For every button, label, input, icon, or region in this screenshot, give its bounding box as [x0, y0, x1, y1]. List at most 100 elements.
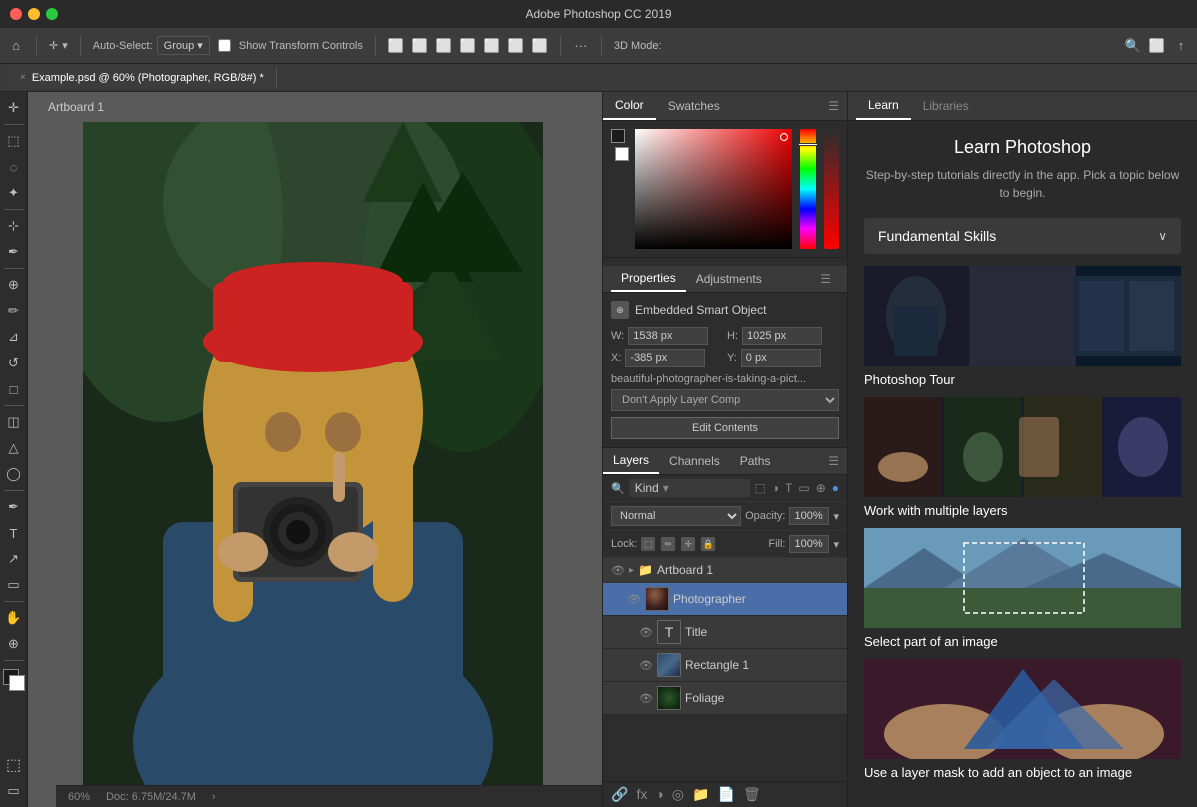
brush-tool[interactable]: ✏	[2, 299, 26, 323]
screen-mode-icon[interactable]: ▭	[2, 779, 26, 803]
search-icon[interactable]: 🔍	[1125, 38, 1141, 54]
tab-adjustments[interactable]: Adjustments	[686, 267, 772, 291]
history-tool[interactable]: ↺	[2, 351, 26, 375]
adjust-filter-icon[interactable]: ◑	[772, 481, 779, 495]
fundamental-skills-header[interactable]: Fundamental Skills ∨	[864, 218, 1181, 254]
color-panel-menu[interactable]: ☰	[820, 95, 847, 117]
dodge-tool[interactable]: ◯	[2, 462, 26, 486]
tab-properties[interactable]: Properties	[611, 266, 686, 292]
tab-color[interactable]: Color	[603, 92, 656, 120]
filter-active-icon[interactable]: ●	[832, 481, 839, 495]
artboard-expand-icon[interactable]: ▸	[629, 565, 634, 576]
distribute-icon[interactable]: ⬜	[460, 38, 476, 54]
clone-tool[interactable]: ⊿	[2, 325, 26, 349]
share-icon[interactable]: ↑	[1173, 38, 1189, 54]
artboard-visibility-icon[interactable]: 👁	[611, 564, 625, 577]
add-mask-icon[interactable]: ◑	[655, 786, 663, 803]
rectangle-layer[interactable]: 👁 Rectangle 1	[603, 649, 847, 682]
align-right-icon[interactable]: ⬜	[436, 38, 452, 54]
blend-mode-dropdown[interactable]: Normal	[611, 506, 741, 526]
foliage-layer[interactable]: 👁 Foliage	[603, 682, 847, 715]
y-input[interactable]	[741, 349, 821, 367]
transform-checkbox[interactable]	[218, 39, 231, 52]
color-swatches[interactable]	[3, 669, 25, 691]
spot-heal-tool[interactable]: ⊕	[2, 273, 26, 297]
layers-panel-menu[interactable]: ☰	[820, 450, 847, 472]
tab-layers[interactable]: Layers	[603, 448, 659, 474]
home-icon[interactable]: ⌂	[8, 38, 24, 54]
lasso-tool[interactable]: ◌	[2, 155, 26, 179]
artboard-group-header[interactable]: 👁 ▸ 📁 Artboard 1	[603, 558, 847, 583]
fill-input[interactable]	[789, 535, 829, 553]
quick-mask-icon[interactable]: ⬚	[2, 753, 26, 777]
tab-paths[interactable]: Paths	[730, 449, 781, 473]
props-panel-menu[interactable]: ☰	[812, 268, 839, 290]
lock-pixel-icon[interactable]: ⬚	[641, 537, 655, 551]
crop-tool[interactable]: ⊹	[2, 214, 26, 238]
marquee-tool[interactable]: ⬚	[2, 129, 26, 153]
title-visibility[interactable]: 👁	[639, 626, 653, 639]
w-input[interactable]	[628, 327, 708, 345]
lock-move-icon[interactable]: ✛	[681, 537, 695, 551]
auto-select-dropdown[interactable]: Group ▾	[157, 36, 210, 55]
opacity-input[interactable]	[789, 507, 829, 525]
hue-slider[interactable]	[800, 129, 815, 249]
quick-select-tool[interactable]: ✦	[2, 181, 26, 205]
tab-libraries[interactable]: Libraries	[911, 93, 981, 119]
link-layers-icon[interactable]: 🔗	[611, 786, 628, 803]
distribute-e-icon[interactable]: ⬜	[532, 38, 548, 54]
fx-icon[interactable]: fx	[636, 786, 647, 803]
eraser-tool[interactable]: □	[2, 377, 26, 401]
zoom-tool[interactable]: ⊕	[2, 632, 26, 656]
tutorial-photoshop-tour[interactable]: Photoshop Tour	[864, 266, 1181, 389]
photographer-visibility[interactable]: 👁	[627, 593, 641, 606]
document-tab[interactable]: × Example.psd @ 60% (Photographer, RGB/8…	[8, 68, 277, 88]
distribute-v-icon[interactable]: ⬜	[484, 38, 500, 54]
blur-tool[interactable]: △	[2, 436, 26, 460]
background-swatch[interactable]	[615, 147, 629, 161]
align-left-icon[interactable]: ⬜	[388, 38, 404, 54]
adjustment-icon[interactable]: ◎	[672, 786, 684, 803]
type-tool[interactable]: T	[2, 521, 26, 545]
align-center-icon[interactable]: ⬜	[412, 38, 428, 54]
shape-tool[interactable]: ▭	[2, 573, 26, 597]
move-tool[interactable]: ✛	[2, 96, 26, 120]
new-group-icon[interactable]: 📁	[692, 786, 709, 803]
tab-learn[interactable]: Learn	[856, 92, 911, 120]
more-options-icon[interactable]: ···	[573, 38, 589, 54]
hand-tool[interactable]: ✋	[2, 606, 26, 630]
title-layer[interactable]: 👁 T Title	[603, 616, 847, 649]
alpha-slider[interactable]	[824, 129, 839, 249]
eyedropper-tool[interactable]: ✒	[2, 240, 26, 264]
tab-swatches[interactable]: Swatches	[656, 93, 732, 119]
rectangle-visibility[interactable]: 👁	[639, 659, 653, 672]
photographer-layer[interactable]: 👁 Photographer	[603, 583, 847, 616]
x-input[interactable]	[625, 349, 705, 367]
close-button[interactable]	[10, 8, 22, 20]
tutorial-multiple-layers[interactable]: Work with multiple layers	[864, 397, 1181, 520]
tutorial-layer-mask[interactable]: Use a layer mask to add an object to an …	[864, 659, 1181, 782]
edit-contents-button[interactable]: Edit Contents	[611, 417, 839, 439]
layer-comp-dropdown[interactable]: Don't Apply Layer Comp	[611, 389, 839, 411]
color-gradient-picker[interactable]	[635, 129, 792, 249]
type-filter-icon[interactable]: T	[785, 481, 792, 495]
tab-close-icon[interactable]: ×	[20, 72, 26, 83]
lock-brush-icon[interactable]: ✏	[661, 537, 675, 551]
h-input[interactable]	[742, 327, 822, 345]
distribute-h-icon[interactable]: ⬜	[508, 38, 524, 54]
delete-layer-icon[interactable]: 🗑	[743, 786, 761, 803]
pixel-filter-icon[interactable]: ⬚	[754, 481, 765, 495]
foreground-swatch[interactable]	[611, 129, 625, 143]
view-icon[interactable]: ⬜	[1149, 38, 1165, 54]
pen-tool[interactable]: ✒	[2, 495, 26, 519]
minimize-button[interactable]	[28, 8, 40, 20]
tab-channels[interactable]: Channels	[659, 449, 730, 473]
smart-filter-icon[interactable]: ⊕	[816, 481, 826, 495]
tutorial-select-part[interactable]: Select part of an image	[864, 528, 1181, 651]
new-layer-icon[interactable]: 📄	[717, 786, 734, 803]
gradient-tool[interactable]: ◫	[2, 410, 26, 434]
lock-all-icon[interactable]: 🔒	[701, 537, 715, 551]
foliage-visibility[interactable]: 👁	[639, 692, 653, 705]
path-tool[interactable]: ↗	[2, 547, 26, 571]
background-color[interactable]	[9, 675, 25, 691]
